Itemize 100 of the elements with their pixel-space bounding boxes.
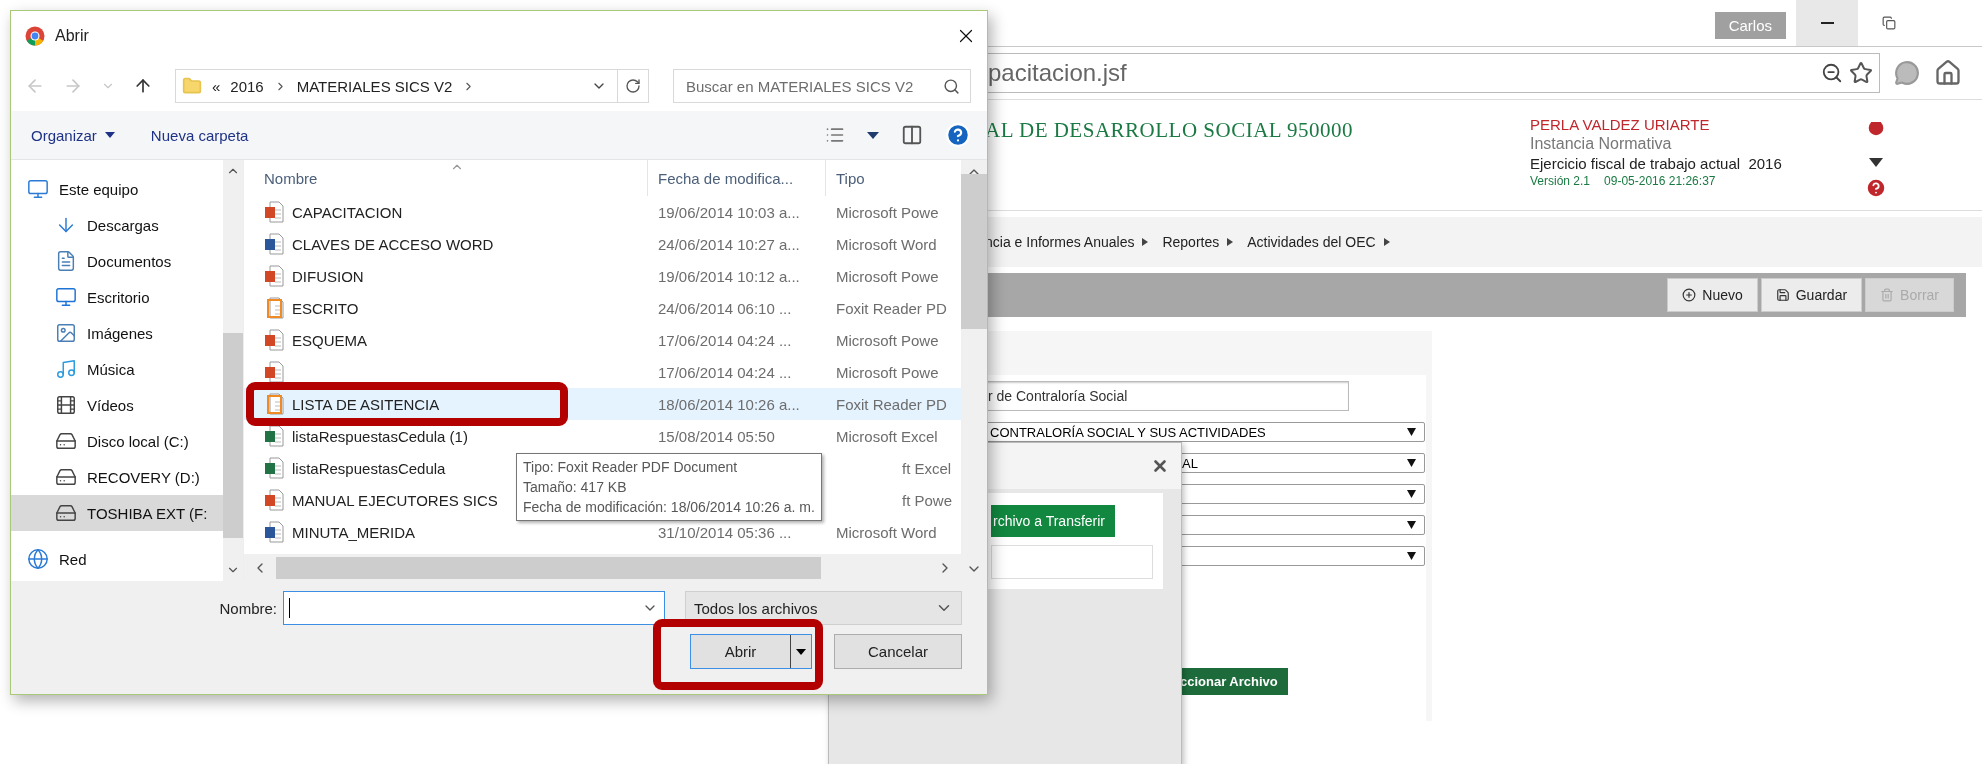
file-type-filter[interactable]: Todos los archivos bbox=[685, 591, 962, 625]
dialog-button[interactable]: Cancelar bbox=[834, 634, 962, 669]
file-icon bbox=[264, 489, 284, 511]
file-name[interactable]: ESQUEMA bbox=[292, 331, 367, 349]
home-icon[interactable] bbox=[1934, 59, 1962, 87]
path-segment[interactable]: MATERIALES SICS V2 bbox=[296, 77, 453, 95]
column-header[interactable]: Nombre bbox=[244, 160, 648, 196]
dialog-button[interactable]: Abrir bbox=[690, 634, 812, 669]
nav-item[interactable]: Música bbox=[11, 351, 223, 387]
toolbar-button[interactable]: Nuevo bbox=[1667, 278, 1758, 312]
star-icon[interactable] bbox=[1849, 61, 1873, 85]
upload-button[interactable]: rchivo a Transferir bbox=[991, 505, 1116, 537]
menu-item[interactable]: Reportes bbox=[1162, 234, 1234, 250]
view-list-icon[interactable] bbox=[825, 125, 845, 145]
zoom-out-icon[interactable] bbox=[1821, 62, 1843, 84]
file-date: 31/10/2014 05:36 ... bbox=[658, 523, 792, 541]
organize-menu[interactable]: Organizar bbox=[31, 126, 115, 144]
file-name[interactable]: MANUAL EJECUTORES SICS bbox=[292, 491, 498, 509]
file-icon bbox=[264, 425, 284, 447]
user-name: PERLA VALDEZ URIARTE bbox=[1530, 116, 1711, 133]
column-header[interactable]: Tipo bbox=[826, 160, 956, 196]
file-icon bbox=[264, 233, 284, 255]
toolbar-button[interactable]: Guardar bbox=[1760, 278, 1863, 312]
version-label: Versión 2.1 bbox=[1530, 174, 1591, 188]
file-name[interactable]: ESCRITO bbox=[292, 299, 359, 317]
file-type: Microsoft Powe bbox=[836, 267, 939, 285]
save-icon bbox=[1775, 288, 1790, 302]
file-type: ft Excel bbox=[902, 459, 952, 477]
file-name[interactable]: listaRespuestasCedula bbox=[292, 459, 446, 477]
nav-item[interactable]: Escritorio bbox=[11, 279, 223, 315]
column-header[interactable]: Fecha de modifica... bbox=[648, 160, 826, 196]
caret-icon bbox=[104, 132, 115, 138]
text-field[interactable]: r de Contraloría Social bbox=[985, 381, 1349, 411]
nav-item[interactable]: RECOVERY (D:) bbox=[11, 459, 223, 495]
file-name[interactable]: listaRespuestasCedula (1) bbox=[292, 427, 468, 445]
help-icon[interactable] bbox=[945, 122, 971, 148]
help-icon[interactable] bbox=[1865, 177, 1887, 199]
nav-item[interactable]: Vídeos bbox=[11, 387, 223, 423]
close-icon[interactable] bbox=[1151, 457, 1169, 475]
preview-pane-icon[interactable] bbox=[901, 124, 923, 146]
nav-item[interactable]: TOSHIBA EXT (F: bbox=[11, 495, 223, 531]
file-date: 15/08/2014 05:50 bbox=[658, 427, 775, 445]
file-icon bbox=[264, 521, 284, 543]
file-type: Microsoft Powe bbox=[836, 331, 939, 349]
nav-item[interactable]: Red bbox=[11, 541, 223, 577]
speech-bubble-icon[interactable] bbox=[1894, 60, 1920, 86]
path-segment[interactable]: 2016 bbox=[230, 77, 264, 95]
nav-item[interactable]: Imágenes bbox=[11, 315, 223, 351]
dialog-title: Abrir bbox=[55, 27, 90, 45]
file-path-field[interactable] bbox=[991, 545, 1153, 579]
file-type: Foxit Reader PD bbox=[836, 395, 947, 413]
scrollbar[interactable] bbox=[223, 160, 243, 581]
caret-icon[interactable] bbox=[1869, 158, 1883, 167]
scrollbar[interactable] bbox=[961, 160, 987, 581]
select-field[interactable]: CONTRALORÍA SOCIAL Y SUS ACTIVIDADES bbox=[985, 422, 1425, 442]
file-icon bbox=[264, 393, 284, 415]
file-name[interactable]: CAPACITACION bbox=[292, 203, 403, 221]
file-type: Microsoft Word bbox=[836, 235, 937, 253]
file-type: Microsoft Powe bbox=[836, 203, 939, 221]
nav-item[interactable]: Descargas bbox=[11, 207, 223, 243]
caret-icon[interactable] bbox=[796, 648, 806, 655]
address-bar[interactable]: pacitacion.jsf bbox=[985, 53, 1880, 93]
file-name[interactable]: MINUTA_MERIDA bbox=[292, 523, 416, 541]
search-field[interactable]: Buscar en MATERIALES SICS V2 bbox=[673, 69, 971, 103]
file-date: 18/06/2014 10:26 a... bbox=[658, 395, 800, 413]
file-name[interactable]: DIFUSION bbox=[292, 267, 364, 285]
file-type: ft Powe bbox=[902, 491, 953, 509]
caret-icon[interactable] bbox=[867, 131, 879, 139]
file-type: Microsoft Powe bbox=[836, 363, 939, 381]
document-icon bbox=[55, 250, 77, 272]
path-overflow[interactable]: « bbox=[212, 77, 221, 95]
file-icon bbox=[264, 457, 284, 479]
plus-icon bbox=[1682, 288, 1697, 302]
tooltip-line: Tamaño: 417 KB bbox=[523, 478, 628, 497]
timestamp: 09-05-2016 21:26:37 bbox=[1604, 174, 1716, 188]
menu-item[interactable]: Actividades del OEC bbox=[1247, 234, 1390, 250]
dropdown-arrow-icon bbox=[1407, 428, 1416, 436]
file-name[interactable]: CLAVES DE ACCESO WORD bbox=[292, 235, 494, 253]
triangle-right-icon bbox=[1227, 238, 1234, 246]
tooltip-line: Tipo: Foxit Reader PDF Document bbox=[523, 458, 739, 477]
refresh-icon[interactable] bbox=[625, 78, 641, 94]
nav-item[interactable]: Disco local (C:) bbox=[11, 423, 223, 459]
new-folder-button[interactable]: Nueva carpeta bbox=[150, 126, 249, 144]
drive-icon bbox=[55, 430, 77, 452]
desktop-icon bbox=[55, 286, 77, 308]
fiscal-year: Ejercicio fiscal de trabajo actual 2016 bbox=[1530, 155, 1783, 172]
nav-item[interactable]: Documentos bbox=[11, 243, 223, 279]
file-date: 24/06/2014 10:27 a... bbox=[658, 235, 800, 253]
file-date: 17/06/2014 04:24 ... bbox=[658, 331, 792, 349]
path-bar[interactable]: « 2016 MATERIALES SICS V2 bbox=[175, 69, 649, 103]
selected-row-highlight[interactable]: LISTA DE ASITENCIA 18/06/2014 10:26 a... Foxit Reader PD bbox=[244, 388, 961, 420]
file-name[interactable]: LISTA DE ASITENCIA bbox=[292, 395, 440, 413]
restore-icon bbox=[1882, 16, 1896, 30]
filename-field[interactable] bbox=[283, 591, 665, 625]
organization-title: AL DE DESARROLLO SOCIAL 950000 bbox=[985, 117, 1355, 144]
dropdown-arrow-icon bbox=[1407, 552, 1416, 560]
file-icon bbox=[264, 297, 284, 319]
minimize-icon bbox=[1820, 22, 1834, 24]
file-type: Microsoft Word bbox=[836, 523, 937, 541]
nav-item[interactable]: Este equipo bbox=[11, 171, 223, 207]
